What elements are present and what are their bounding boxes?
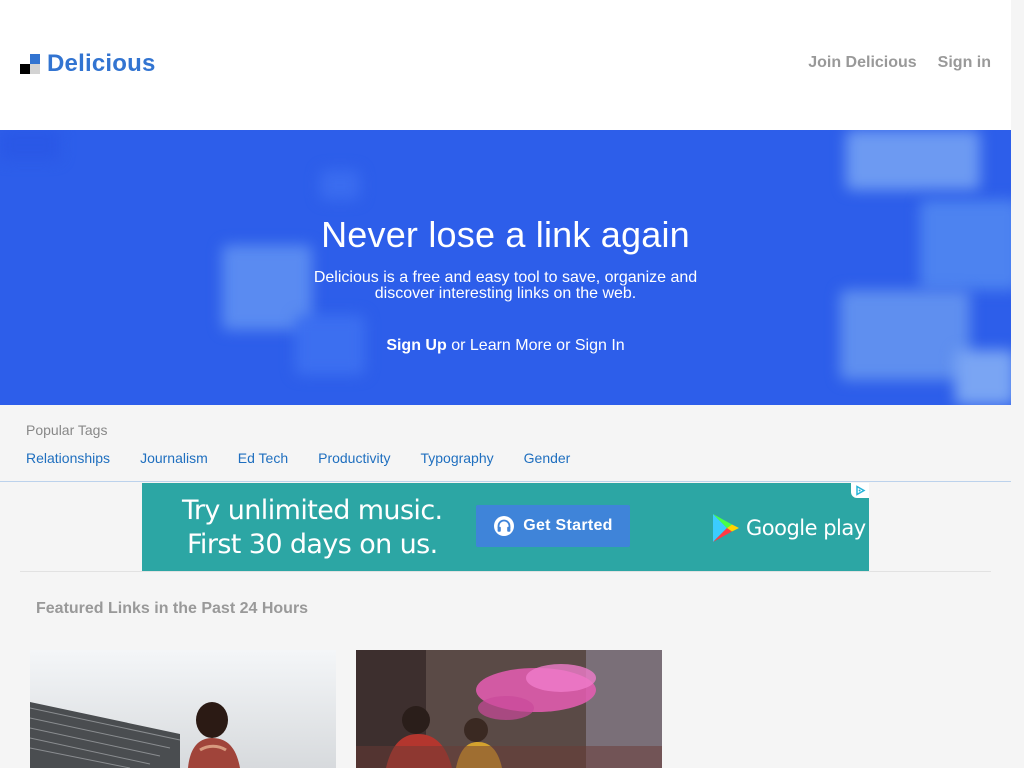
cta-separator: or [556,337,571,354]
ad-headline: Try unlimited music. First 30 days on us… [182,494,443,562]
featured-link-thumbnail [30,650,336,768]
tag-link[interactable]: Journalism [140,450,208,466]
ad-line: Try unlimited music. [182,495,443,526]
join-delicious-link[interactable]: Join Delicious [808,54,916,72]
hero-cta: Sign Up or Learn More or Sign In [0,337,1011,355]
delicious-logo[interactable]: Delicious [20,50,156,78]
google-play-badge[interactable]: Google play [712,513,866,543]
get-started-button[interactable]: Get Started [476,505,630,547]
ad-line: First 30 days on us. [186,529,438,560]
hero-subtitle: Delicious is a free and easy tool to sav… [313,269,698,302]
tag-link[interactable]: Typography [420,450,493,466]
hero-banner: Never lose a link again Delicious is a f… [0,130,1011,405]
get-started-label: Get Started [523,517,613,534]
brand-name: Delicious [47,50,156,77]
sign-in-link[interactable]: Sign in [938,54,991,72]
tag-link[interactable]: Productivity [318,450,390,466]
adchoices-icon[interactable] [851,483,869,498]
headphones-icon [494,516,515,536]
delicious-logo-icon [20,54,40,74]
account-links: Join Delicious Sign in [808,54,991,72]
hero-sign-in-link[interactable]: Sign In [575,337,625,354]
hero-content: Never lose a link again Delicious is a f… [0,130,1011,355]
tag-link[interactable]: Gender [524,450,571,466]
google-play-label: Google play [746,516,866,540]
featured-link-card[interactable] [30,650,336,768]
featured-link-thumbnail [356,650,662,768]
tag-link[interactable]: Ed Tech [238,450,288,466]
popular-tags-list: Relationships Journalism Ed Tech Product… [26,450,570,466]
cta-separator: or [451,337,466,354]
popular-tags-label: Popular Tags [26,422,108,438]
popular-tags: Popular Tags Relationships Journalism Ed… [0,405,1011,482]
learn-more-link[interactable]: Learn More [470,337,552,354]
top-bar: Delicious Join Delicious Sign in [0,0,1011,130]
decorative-tile [955,350,1011,405]
google-play-icon [713,514,739,542]
sign-up-link[interactable]: Sign Up [386,337,446,354]
hero-title: Never lose a link again [321,214,690,255]
section-divider [20,571,991,572]
featured-links-heading: Featured Links in the Past 24 Hours [36,600,309,617]
adchoices-triangle-icon [855,485,866,496]
featured-link-card[interactable] [356,650,662,768]
advertisement-banner[interactable]: Try unlimited music. First 30 days on us… [142,483,869,571]
tag-link[interactable]: Relationships [26,450,110,466]
